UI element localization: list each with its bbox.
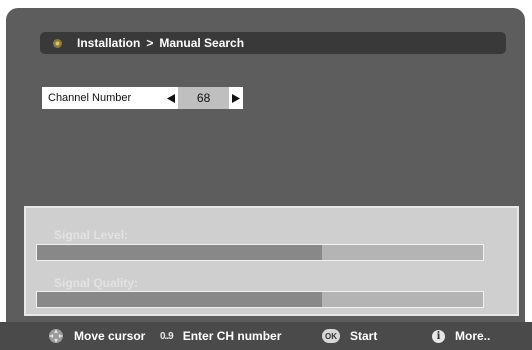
signal-quality-fill bbox=[37, 292, 323, 307]
installation-icon bbox=[52, 38, 63, 49]
signal-quality-label: Signal Quality: bbox=[54, 276, 139, 290]
help-bar: Move cursor 0..9 Enter CH number OK Star… bbox=[0, 322, 532, 350]
channel-number-field[interactable]: Channel Number 68 bbox=[42, 87, 243, 109]
hint-start-label: Start bbox=[350, 329, 378, 343]
signal-level-label: Signal Level: bbox=[54, 228, 129, 242]
signal-panel: Signal Level: Signal Quality: bbox=[24, 206, 519, 316]
navigation-pad-icon bbox=[48, 328, 64, 344]
breadcrumb-separator: > bbox=[146, 36, 154, 50]
breadcrumb-page: Manual Search bbox=[159, 36, 245, 50]
signal-level-fill bbox=[37, 245, 323, 260]
ok-button-icon: OK bbox=[322, 329, 340, 343]
signal-level-bar bbox=[36, 244, 484, 261]
breadcrumb: Installation > Manual Search bbox=[40, 32, 506, 54]
channel-number-label: Channel Number bbox=[48, 92, 132, 104]
hint-enter-channel: 0..9 Enter CH number bbox=[160, 322, 281, 350]
channel-number-value[interactable]: 68 bbox=[178, 87, 230, 109]
signal-quality-bar bbox=[36, 291, 484, 308]
hint-move-cursor-label: Move cursor bbox=[74, 329, 146, 343]
number-keys-icon: 0..9 bbox=[160, 330, 174, 342]
hint-move-cursor: Move cursor bbox=[48, 322, 145, 350]
breadcrumb-section: Installation bbox=[77, 36, 141, 50]
channel-decrease-arrow-icon[interactable] bbox=[164, 87, 178, 109]
hint-more: i More.. bbox=[432, 322, 490, 350]
hint-enter-channel-label: Enter CH number bbox=[182, 329, 282, 343]
hint-start: OK Start bbox=[322, 322, 377, 350]
channel-increase-arrow-icon[interactable] bbox=[229, 87, 243, 109]
hint-more-label: More.. bbox=[455, 329, 491, 343]
info-icon: i bbox=[432, 329, 445, 343]
